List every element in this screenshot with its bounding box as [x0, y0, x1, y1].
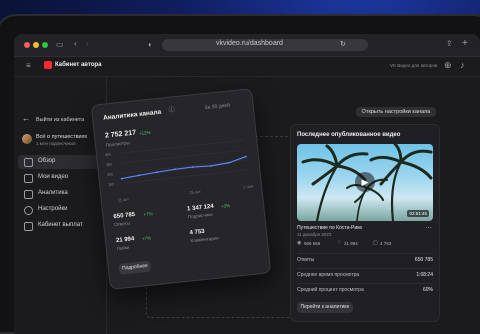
- vk-video-logo-icon: [44, 61, 52, 69]
- open-channel-settings-button[interactable]: Открыть настройки канала: [356, 107, 436, 117]
- bell-icon[interactable]: ♪: [460, 61, 465, 70]
- shield-icon: ◐: [148, 40, 153, 49]
- stat-label: Комментарии: [190, 235, 219, 244]
- channel-name: Всё о путешествиях: [36, 134, 88, 140]
- x-tick-label: 1 ноя: [243, 183, 253, 189]
- gear-icon: [24, 206, 33, 215]
- details-button[interactable]: Подробнее: [118, 260, 152, 275]
- sidebar-item-overview[interactable]: Обзор: [18, 155, 102, 169]
- stat-value: 650 785: [113, 211, 136, 221]
- more-options-icon[interactable]: ⋯: [425, 225, 432, 232]
- chart-gridline: [118, 139, 245, 154]
- back-arrow-icon[interactable]: ←: [22, 115, 30, 123]
- chart-gridline: [122, 169, 248, 184]
- chart-gridline: [120, 159, 247, 174]
- app-title: Кабинет автора: [55, 62, 102, 68]
- minimize-window-dot[interactable]: [33, 42, 39, 48]
- last-video-panel: Последнее опубликованное видео ▶ 02:51:4…: [290, 124, 440, 322]
- creators-link[interactable]: VK Видео для авторов: [390, 63, 437, 68]
- reload-icon[interactable]: ↻: [340, 41, 346, 48]
- channel-subscribers: 1 млн подписчиков: [36, 141, 76, 146]
- stat-row-label: Средний процент просмотра: [297, 287, 364, 293]
- analytics-period[interactable]: За 30 дней: [204, 102, 230, 111]
- maximize-window-dot[interactable]: [42, 42, 48, 48]
- stat-label: Лайки: [116, 244, 130, 252]
- stat-row-value: 60%: [422, 287, 433, 293]
- y-tick-label: 1М: [108, 182, 114, 188]
- stat-row-label: Среднее время просмотра: [297, 272, 360, 278]
- last-video-title: Последнее опубликованное видео: [297, 132, 401, 138]
- stat-value: 21 994: [115, 236, 135, 245]
- sidebar-item-label: Мои видео: [38, 174, 69, 180]
- back-icon[interactable]: ‹: [74, 40, 77, 48]
- video-icon: [24, 174, 33, 183]
- video-comments: 4 753: [380, 241, 392, 246]
- stat-change: +3%: [220, 202, 231, 209]
- sidebar-item-videos[interactable]: Мои видео: [18, 171, 102, 185]
- url-text: vkvideo.ru/dashboard: [216, 40, 283, 47]
- browser-window: ▭ ‹ › ◐ vkvideo.ru/dashboard ↻ ⇪ + ≡ Каб…: [14, 34, 480, 334]
- chart-icon: [24, 190, 33, 199]
- views-line-chart: 4М 3М 2М 1М 11 окт 25 окт 1 ноя: [105, 139, 253, 203]
- y-tick-label: 2М: [107, 172, 113, 178]
- sidebar-item-payouts[interactable]: Кабинет выплат: [18, 219, 102, 233]
- views-value: 2 752 217: [104, 129, 137, 140]
- stat-row: Среднее время просмотра 1:08:24: [297, 268, 433, 281]
- stat-value: 4 753: [189, 228, 205, 237]
- sidebar-toggle-icon[interactable]: ▭: [56, 41, 64, 49]
- x-tick-label: 11 окт: [118, 196, 130, 202]
- add-circle-icon[interactable]: ⊕: [444, 61, 452, 70]
- new-tab-icon[interactable]: +: [462, 39, 468, 49]
- stat-change: +7%: [143, 211, 153, 218]
- sidebar-item-label: Кабинет выплат: [38, 222, 83, 228]
- x-tick-label: 25 окт: [189, 189, 201, 195]
- video-likes: 21 994: [344, 241, 358, 246]
- laptop-frame: ▭ ‹ › ◐ vkvideo.ru/dashboard ↻ ⇪ + ≡ Каб…: [0, 14, 480, 334]
- video-duration: 02:51:45: [407, 210, 429, 217]
- grid-icon: [24, 158, 33, 167]
- forward-icon[interactable]: ›: [86, 40, 89, 48]
- views-change: +12%: [138, 129, 151, 137]
- y-tick-label: 4М: [105, 152, 111, 158]
- sidebar-item-label: Настройки: [38, 206, 68, 212]
- video-thumbnail[interactable]: ▶ 02:51:45: [297, 144, 433, 221]
- video-date: 11 декабря 2023: [297, 232, 332, 237]
- exit-cabinet-link[interactable]: Выйти из кабинета: [36, 117, 84, 123]
- close-window-dot[interactable]: [24, 42, 30, 48]
- address-bar[interactable]: vkvideo.ru/dashboard ↻: [162, 39, 368, 51]
- heart-icon: ♡: [337, 240, 342, 246]
- video-title[interactable]: Путешествие по Коста-Рике: [297, 225, 362, 231]
- chart-gridline: [119, 149, 246, 164]
- stat-label: Подписчики: [187, 211, 213, 220]
- stat-row: Средний процент просмотра 60%: [297, 283, 433, 296]
- sidebar-item-label: Аналитика: [38, 190, 68, 196]
- share-icon[interactable]: ⇪: [446, 40, 453, 48]
- menu-icon[interactable]: ≡: [26, 62, 31, 70]
- play-icon[interactable]: ▶: [355, 172, 375, 192]
- views-label: Просмотры: [105, 140, 130, 148]
- channel-avatar: [22, 134, 32, 144]
- info-icon[interactable]: ⓘ: [168, 107, 175, 114]
- stat-label: Ответы: [114, 220, 131, 228]
- stat-row: Ответы 650 785: [297, 253, 433, 266]
- video-views: 666 666: [304, 241, 321, 246]
- browser-toolbar: ▭ ‹ › ◐ vkvideo.ru/dashboard ↻ ⇪ +: [14, 34, 480, 57]
- go-to-analytics-button[interactable]: Перейти к аналитике: [297, 302, 353, 313]
- stat-row-value: 650 785: [414, 257, 433, 263]
- analytics-card-title: Аналитика канала: [102, 108, 162, 122]
- channel-analytics-card: Аналитика канала ⓘ За 30 дней 2 752 217 …: [90, 88, 272, 290]
- sidebar-item-analytics[interactable]: Аналитика: [18, 187, 102, 201]
- wallet-icon: [24, 222, 33, 231]
- comment-icon: ▢: [373, 240, 378, 246]
- y-tick-label: 3М: [106, 162, 112, 168]
- sidebar-item-settings[interactable]: Настройки: [18, 203, 102, 217]
- stat-row-label: Ответы: [297, 257, 315, 263]
- stat-change: +7%: [141, 235, 152, 242]
- stat-row-value: 1:08:24: [416, 272, 433, 278]
- sidebar-item-label: Обзор: [38, 158, 56, 164]
- eye-icon: ◉: [297, 240, 302, 246]
